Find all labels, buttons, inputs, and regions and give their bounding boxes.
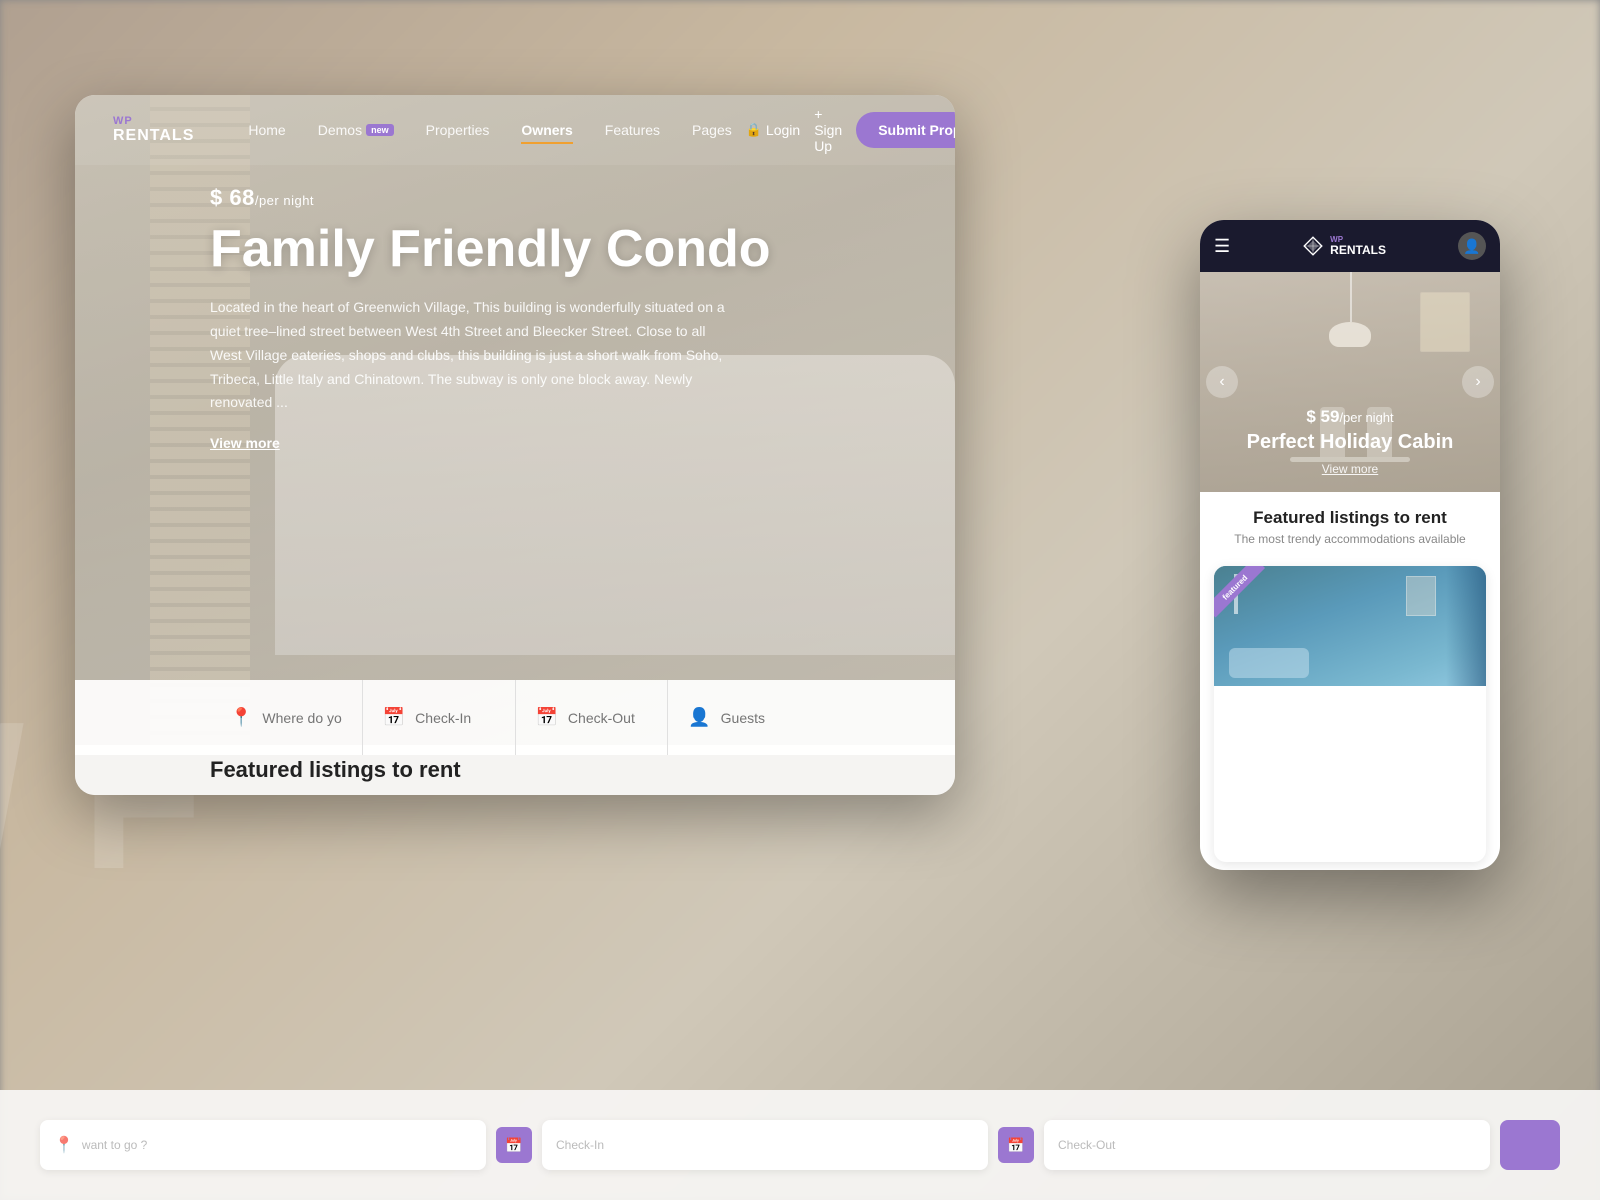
bso-location-text: want to go ?: [82, 1138, 147, 1152]
nav-owners[interactable]: Owners: [507, 116, 586, 144]
hero-price: $ 68/per night: [210, 185, 771, 211]
featured-badge: featured: [1214, 566, 1265, 618]
mobile-hero: ‹ › $ 59/per night Perfect Holiday Cabin…: [1200, 272, 1500, 492]
search-checkout-field[interactable]: 📅: [516, 680, 669, 755]
logo-wp: WP: [113, 115, 194, 127]
calendar-checkin-icon: 📅: [383, 707, 405, 728]
nav-login-button[interactable]: 🔒 Login: [746, 122, 800, 138]
calendar-checkout-icon: 📅: [536, 707, 558, 728]
nav-links: Home Demos new Properties Owners Feature…: [234, 116, 745, 144]
lock-icon: 🔒: [746, 122, 762, 138]
mobile-view-more-link[interactable]: View more: [1322, 462, 1378, 476]
bso-checkin-icon[interactable]: 📅: [496, 1127, 532, 1163]
hero-view-more-link[interactable]: View more: [210, 435, 280, 451]
hero-title: Family Friendly Condo: [210, 221, 771, 278]
bso-checkout-field[interactable]: Check-Out: [1044, 1120, 1490, 1170]
bso-checkin-text: Check-In: [556, 1138, 604, 1152]
mobile-featured-title: Featured listings to rent: [1214, 508, 1486, 528]
search-location-field[interactable]: 📍: [210, 680, 363, 755]
mobile-carousel-next[interactable]: ›: [1462, 366, 1494, 398]
hero-content: $ 68/per night Family Friendly Condo Loc…: [210, 185, 771, 453]
mobile-cabin-title: Perfect Holiday Cabin: [1200, 431, 1500, 454]
mobile-card: ☰ WP RENTALS 👤: [1200, 220, 1500, 870]
featured-title: Featured listings to rent: [210, 757, 461, 783]
nav-demos-badge: new: [366, 124, 394, 136]
location-icon: 📍: [230, 707, 252, 728]
mobile-price: $ 59/per night: [1200, 407, 1500, 427]
bso-location-field[interactable]: 📍 want to go ?: [40, 1120, 486, 1170]
mobile-logo-rentals: RENTALS: [1330, 244, 1386, 256]
bso-checkout-icon[interactable]: 📅: [998, 1127, 1034, 1163]
bso-location-icon: 📍: [54, 1135, 74, 1155]
mobile-featured-subtitle: The most trendy accommodations available: [1214, 532, 1486, 546]
bso-checkout-text: Check-Out: [1058, 1138, 1115, 1152]
featured-ribbon-wrap: featured: [1214, 566, 1274, 626]
submit-property-button[interactable]: Submit Property: [856, 112, 955, 148]
nav-properties[interactable]: Properties: [412, 116, 504, 144]
location-input[interactable]: [262, 710, 341, 726]
checkin-input[interactable]: [415, 710, 494, 726]
nav-signup-button[interactable]: + Sign Up: [814, 106, 842, 154]
mobile-listing-image: featured: [1214, 566, 1486, 686]
search-checkin-field[interactable]: 📅: [363, 680, 516, 755]
mobile-user-icon[interactable]: 👤: [1458, 232, 1486, 260]
hero-section: WP RENTALS Home Demos new Properties Own…: [75, 95, 955, 755]
bso-checkin-field[interactable]: Check-In: [542, 1120, 988, 1170]
desktop-navbar: WP RENTALS Home Demos new Properties Own…: [75, 95, 955, 165]
guests-input[interactable]: [721, 710, 800, 726]
checkout-input[interactable]: [568, 710, 647, 726]
mobile-logo-diamond-icon: [1302, 235, 1324, 257]
bottom-search-overlay: 📍 want to go ? 📅 Check-In 📅 Check-Out: [0, 1090, 1600, 1200]
mobile-logo[interactable]: WP RENTALS: [1302, 235, 1386, 257]
search-bar: 📍 📅 📅 👤: [75, 680, 955, 755]
nav-home[interactable]: Home: [234, 116, 299, 144]
mobile-featured-section: Featured listings to rent The most trend…: [1200, 492, 1500, 558]
bso-submit-btn[interactable]: [1500, 1120, 1560, 1170]
nav-features[interactable]: Features: [591, 116, 674, 144]
desktop-logo[interactable]: WP RENTALS: [105, 115, 194, 145]
nav-pages[interactable]: Pages: [678, 116, 746, 144]
mobile-hero-content: $ 59/per night Perfect Holiday Cabin Vie…: [1200, 407, 1500, 478]
guests-icon: 👤: [688, 707, 710, 728]
mobile-carousel-prev[interactable]: ‹: [1206, 366, 1238, 398]
logo-rentals: RENTALS: [113, 127, 194, 145]
desktop-card: WP RENTALS Home Demos new Properties Own…: [75, 95, 955, 795]
nav-demos[interactable]: Demos new: [304, 116, 408, 144]
mobile-navbar: ☰ WP RENTALS 👤: [1200, 220, 1500, 272]
nav-auth: 🔒 Login + Sign Up Submit Property: [746, 106, 955, 154]
search-guests-field[interactable]: 👤: [668, 680, 820, 755]
hero-description: Located in the heart of Greenwich Villag…: [210, 296, 730, 415]
hamburger-icon[interactable]: ☰: [1214, 236, 1230, 257]
mobile-listing-card[interactable]: featured: [1214, 566, 1486, 862]
